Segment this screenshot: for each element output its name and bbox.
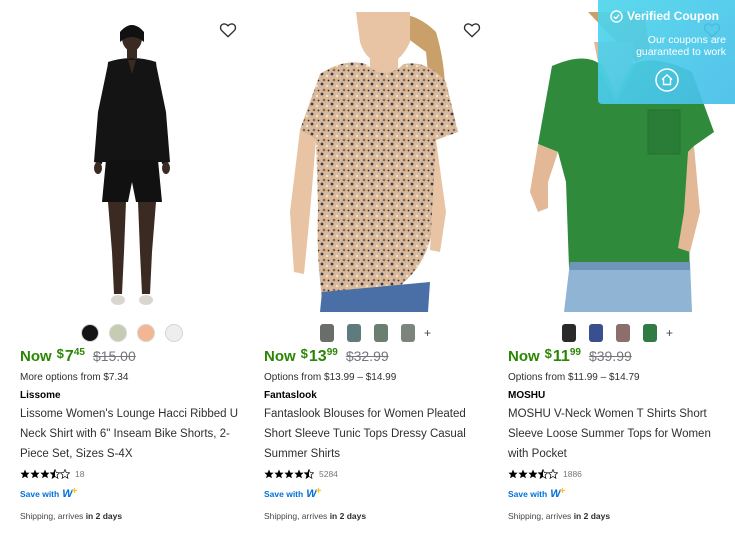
price-prefix: Now	[264, 348, 296, 365]
star-half-icon	[304, 469, 314, 479]
price-cents: 99	[569, 347, 581, 358]
save-with-label: Save with	[264, 489, 304, 499]
price-symbol: $	[56, 346, 64, 361]
price-row: Now $ 13 99 $32.99	[264, 346, 389, 366]
star-icon	[528, 469, 538, 479]
color-swatches: +	[562, 324, 673, 342]
was-price: $32.99	[345, 348, 389, 364]
save-with-label: Save with	[20, 489, 60, 499]
heart-outline-icon[interactable]	[218, 20, 238, 40]
brand-name: Fantaslook	[264, 390, 317, 401]
options-text: Options from $13.99 – $14.99	[264, 372, 397, 383]
home-icon[interactable]	[655, 68, 679, 92]
swatch-black[interactable]	[81, 324, 99, 342]
star-half-icon	[50, 469, 60, 479]
rating[interactable]: 5284	[264, 469, 338, 479]
save-with-walmart-plus[interactable]: Save with W +	[508, 485, 566, 501]
star-icon	[284, 469, 294, 479]
coupon-header: Verified Coupon	[610, 9, 719, 23]
star-rating	[264, 469, 314, 479]
shipping-info: Shipping, arrives in 2 days	[20, 511, 122, 521]
price-cents: 45	[73, 347, 85, 358]
swatch-peach[interactable]	[137, 324, 155, 342]
star-icon	[264, 469, 274, 479]
product-title[interactable]: Fantaslook Blouses for Women Pleated Sho…	[264, 404, 486, 464]
review-count: 1886	[563, 469, 582, 479]
star-rating	[508, 469, 558, 479]
price-symbol: $	[300, 346, 308, 361]
swatch-thumbnail[interactable]	[616, 324, 630, 342]
rating[interactable]: 1886	[508, 469, 582, 479]
shipping-prefix: Shipping, arrives	[508, 511, 572, 521]
swatch-thumbnail[interactable]	[374, 324, 388, 342]
heart-outline-icon[interactable]	[462, 20, 482, 40]
star-icon	[518, 469, 528, 479]
price-cents: 99	[326, 347, 338, 358]
save-with-walmart-plus[interactable]: Save with W +	[20, 485, 78, 501]
star-icon	[40, 469, 50, 479]
swatch-thumbnail[interactable]	[347, 324, 361, 342]
shipping-days: in 2 days	[329, 511, 367, 521]
more-swatches[interactable]: +	[666, 326, 673, 340]
shipping-info: Shipping, arrives in 2 days	[264, 511, 366, 521]
star-empty-icon	[60, 469, 70, 479]
product-image[interactable]	[16, 12, 236, 312]
star-icon	[508, 469, 518, 479]
color-swatches	[81, 324, 193, 342]
swatch-thumbnail[interactable]	[589, 324, 603, 342]
was-price: $15.00	[92, 348, 136, 364]
swatch-thumbnail[interactable]	[401, 324, 415, 342]
coupon-subtitle: Our coupons are guaranteed to work	[636, 34, 726, 58]
color-swatches: +	[320, 324, 431, 342]
brand-name: Lissome	[20, 390, 61, 401]
star-rating	[20, 469, 70, 479]
product-card[interactable]: Now $ 7 45 $15.00 More options from $7.3…	[0, 0, 243, 534]
walmart-plus-icon: W +	[306, 485, 322, 501]
save-with-walmart-plus[interactable]: Save with W +	[264, 485, 322, 501]
star-empty-icon	[548, 469, 558, 479]
review-count: 5284	[319, 469, 338, 479]
star-half-icon	[538, 469, 548, 479]
review-count: 18	[75, 469, 85, 479]
product-image[interactable]	[260, 12, 480, 312]
swatch-thumbnail[interactable]	[643, 324, 657, 342]
product-title[interactable]: Lissome Women's Lounge Hacci Ribbed U Ne…	[20, 404, 242, 464]
walmart-plus-icon: W +	[550, 485, 566, 501]
price-symbol: $	[544, 346, 552, 361]
price-whole: 13	[308, 348, 327, 365]
shipping-days: in 2 days	[85, 511, 123, 521]
rating[interactable]: 18	[20, 469, 84, 479]
walmart-plus-icon: W +	[62, 485, 78, 501]
price-prefix: Now	[20, 348, 52, 365]
check-circle-icon	[610, 9, 623, 23]
was-price: $39.99	[588, 348, 632, 364]
product-title[interactable]: MOSHU V-Neck Women T Shirts Short Sleeve…	[508, 404, 730, 464]
price-prefix: Now	[508, 348, 540, 365]
shipping-prefix: Shipping, arrives	[264, 511, 328, 521]
price-whole: 7	[64, 348, 74, 365]
star-icon	[20, 469, 30, 479]
more-swatches[interactable]: +	[424, 326, 431, 340]
price-whole: 11	[552, 348, 570, 365]
star-icon	[30, 469, 40, 479]
price-row: Now $ 7 45 $15.00	[20, 346, 136, 366]
shipping-info: Shipping, arrives in 2 days	[508, 511, 610, 521]
save-with-label: Save with	[508, 489, 548, 499]
swatch-sage[interactable]	[109, 324, 127, 342]
verified-coupon-popup[interactable]: Verified Coupon Our coupons are guarante…	[598, 0, 735, 104]
star-icon	[294, 469, 304, 479]
brand-name: MOSHU	[508, 390, 546, 401]
price-row: Now $ 11 99 $39.99	[508, 346, 632, 366]
options-text: More options from $7.34	[20, 372, 129, 383]
star-icon	[274, 469, 284, 479]
swatch-white[interactable]	[165, 324, 183, 342]
swatch-thumbnail[interactable]	[320, 324, 334, 342]
swatch-thumbnail[interactable]	[562, 324, 576, 342]
shipping-prefix: Shipping, arrives	[20, 511, 84, 521]
options-text: Options from $11.99 – $14.79	[508, 372, 640, 383]
coupon-title: Verified Coupon	[627, 9, 720, 23]
product-card[interactable]: + Now $ 13 99 $32.99 Options from $13.99…	[244, 0, 487, 534]
shipping-days: in 2 days	[573, 511, 611, 521]
